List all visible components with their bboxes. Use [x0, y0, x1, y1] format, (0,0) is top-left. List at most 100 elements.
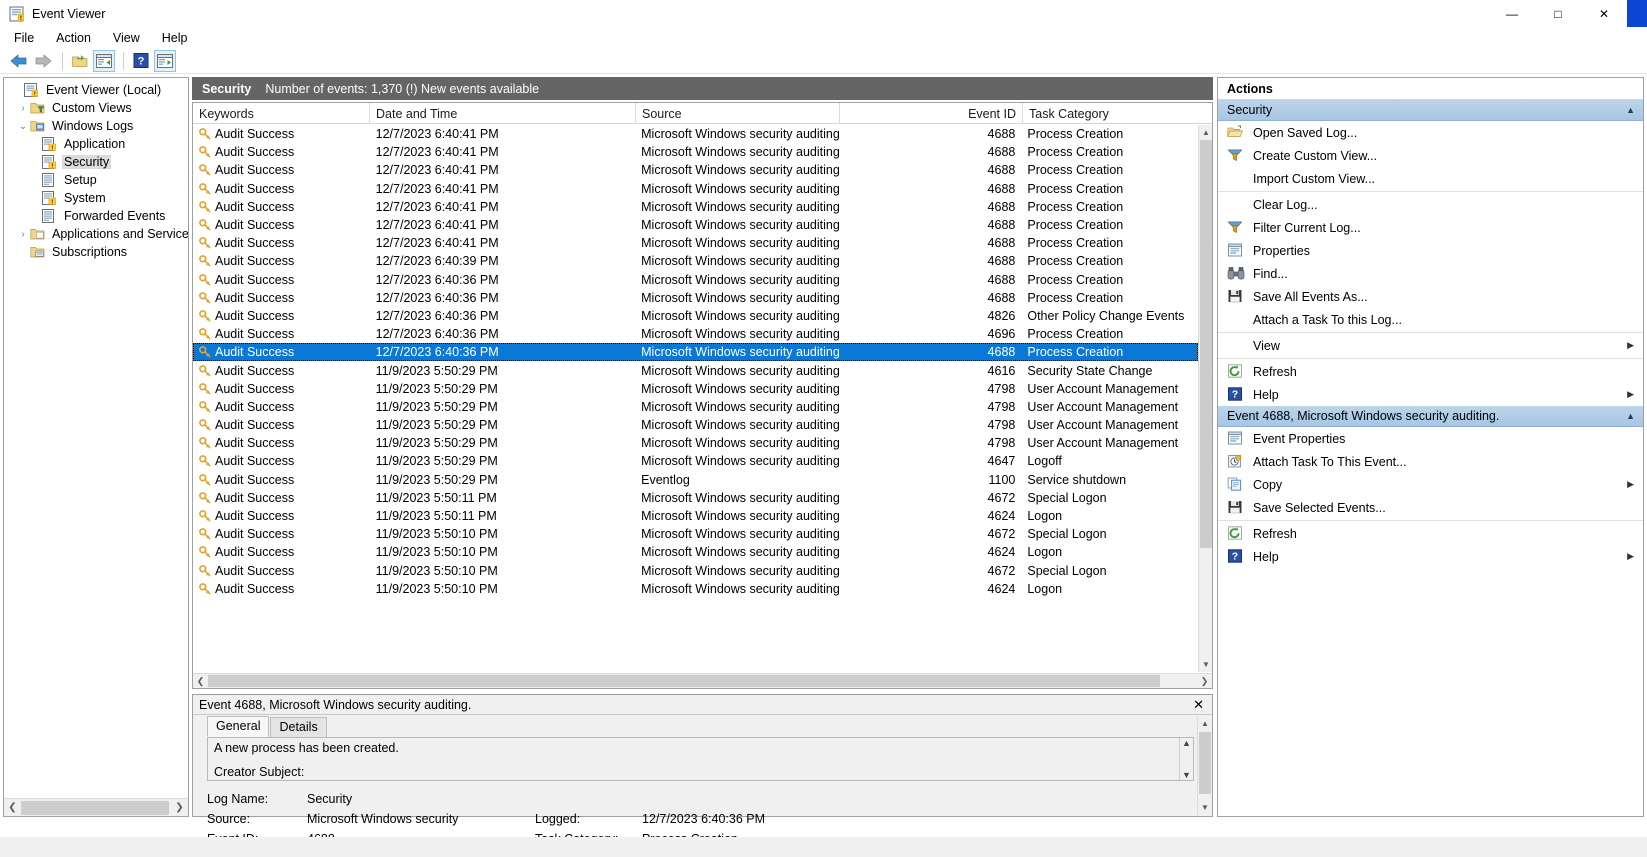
action-item-open-saved-log[interactable]: Open Saved Log...	[1218, 121, 1643, 144]
tree-item-event-viewer-local[interactable]: Event Viewer (Local)	[4, 81, 188, 99]
action-item-save-selected-events[interactable]: Save Selected Events...	[1218, 496, 1643, 519]
table-row[interactable]: Audit Success 11/9/2023 5:50:29 PM Microso…	[193, 361, 1198, 379]
table-row[interactable]: Audit Success 11/9/2023 5:50:10 PM Microso…	[193, 562, 1198, 580]
table-row[interactable]: Audit Success 11/9/2023 5:50:29 PM Eventlo…	[193, 471, 1198, 489]
column-header-date-and-time[interactable]: Date and Time	[370, 103, 636, 124]
scrollbar-thumb[interactable]	[1199, 732, 1211, 794]
action-item-save-all-events-as[interactable]: Save All Events As...	[1218, 285, 1643, 308]
scroll-up-icon[interactable]: ▲	[1198, 716, 1212, 731]
tree-item-system[interactable]: System	[4, 189, 188, 207]
scrollbar-thumb[interactable]	[208, 675, 1160, 687]
submenu-arrow-icon[interactable]: ▶	[1627, 551, 1634, 562]
action-item-clear-log[interactable]: Clear Log...	[1218, 193, 1643, 216]
table-row[interactable]: Audit Success 12/7/2023 6:40:36 PM Microso…	[193, 325, 1198, 343]
table-row[interactable]: Audit Success 12/7/2023 6:40:41 PM Microso…	[193, 198, 1198, 216]
scroll-down-icon[interactable]: ▼	[1182, 770, 1191, 780]
action-item-filter-current-log[interactable]: Filter Current Log...	[1218, 216, 1643, 239]
show-hide-action-pane-button[interactable]	[154, 49, 176, 72]
tree-twisty[interactable]: ⌄	[16, 121, 30, 132]
action-item-find[interactable]: Find...	[1218, 262, 1643, 285]
table-row[interactable]: Audit Success 12/7/2023 6:40:39 PM Microso…	[193, 252, 1198, 270]
submenu-arrow-icon[interactable]: ▶	[1627, 389, 1634, 400]
table-row[interactable]: Audit Success 12/7/2023 6:40:36 PM Microso…	[193, 307, 1198, 325]
tree-item-setup[interactable]: Setup	[4, 171, 188, 189]
properties-button[interactable]	[69, 50, 91, 72]
action-item-view[interactable]: View ▶	[1218, 334, 1643, 357]
table-row[interactable]: Audit Success 12/7/2023 6:40:41 PM Microso…	[193, 161, 1198, 179]
table-row[interactable]: Audit Success 11/9/2023 5:50:29 PM Microso…	[193, 452, 1198, 470]
event-message-box[interactable]: A new process has been created. Creator …	[207, 737, 1194, 781]
submenu-arrow-icon[interactable]: ▶	[1627, 340, 1634, 351]
table-row[interactable]: Audit Success 12/7/2023 6:40:36 PM Microso…	[193, 289, 1198, 307]
tab-general[interactable]: General	[207, 716, 270, 737]
scroll-left-icon[interactable]: ❮	[193, 674, 208, 689]
action-item-copy[interactable]: Copy ▶	[1218, 473, 1643, 496]
table-row[interactable]: Audit Success 11/9/2023 5:50:29 PM Microso…	[193, 380, 1198, 398]
tree-item-custom-views[interactable]: › Custom Views	[4, 99, 188, 117]
tree-item-security[interactable]: Security	[4, 153, 188, 171]
close-button[interactable]: ✕	[1581, 0, 1627, 27]
table-row[interactable]: Audit Success 12/7/2023 6:40:41 PM Microso…	[193, 180, 1198, 198]
tree-item-forwarded-events[interactable]: Forwarded Events	[4, 207, 188, 225]
maximize-button[interactable]: □	[1535, 0, 1581, 27]
event-list-vertical-scrollbar[interactable]: ▲ ▼	[1198, 125, 1212, 672]
action-item-attach-task-to-this-event[interactable]: Attach Task To This Event...	[1218, 450, 1643, 473]
detail-vertical-scrollbar[interactable]: ▲ ▼	[1197, 716, 1211, 815]
minimize-button[interactable]: —	[1489, 0, 1535, 27]
scroll-left-icon[interactable]: ❮	[4, 799, 21, 816]
scroll-right-icon[interactable]: ❯	[1197, 674, 1212, 689]
table-row[interactable]: Audit Success 11/9/2023 5:50:29 PM Microso…	[193, 434, 1198, 452]
tree-item-application[interactable]: Application	[4, 135, 188, 153]
table-row[interactable]: Audit Success 12/7/2023 6:40:36 PM Microso…	[193, 271, 1198, 289]
actions-group-header[interactable]: Event 4688, Microsoft Windows security a…	[1218, 406, 1643, 427]
scroll-right-icon[interactable]: ❯	[171, 799, 188, 816]
collapse-caret-icon[interactable]: ▲	[1626, 411, 1635, 421]
action-item-properties[interactable]: Properties	[1218, 239, 1643, 262]
detail-close-icon[interactable]: ✕	[1193, 697, 1204, 713]
tree-twisty[interactable]: ›	[16, 103, 30, 114]
table-row[interactable]: Audit Success 11/9/2023 5:50:11 PM Microso…	[193, 507, 1198, 525]
action-item-refresh[interactable]: Refresh	[1218, 360, 1643, 383]
table-row[interactable]: Audit Success 12/7/2023 6:40:41 PM Microso…	[193, 216, 1198, 234]
back-button[interactable]	[8, 50, 30, 72]
event-list-horizontal-scrollbar[interactable]: ❮ ❯	[193, 673, 1212, 688]
scrollbar-thumb[interactable]	[21, 800, 169, 815]
table-row[interactable]: Audit Success 11/9/2023 5:50:10 PM Microso…	[193, 543, 1198, 561]
column-header-source[interactable]: Source	[636, 103, 840, 124]
menu-action[interactable]: Action	[56, 31, 91, 45]
menu-file[interactable]: File	[14, 31, 34, 45]
action-item-import-custom-view[interactable]: Import Custom View...	[1218, 167, 1643, 190]
scroll-down-icon[interactable]: ▼	[1198, 800, 1212, 815]
tree-horizontal-scrollbar[interactable]: ❮ ❯	[4, 798, 188, 816]
action-item-help[interactable]: ? Help ▶	[1218, 545, 1643, 568]
tree-item-applications-and-services-logs[interactable]: › Applications and Services Lo	[4, 225, 188, 243]
help-button[interactable]: ?	[130, 50, 152, 72]
tree-twisty[interactable]: ›	[16, 229, 30, 240]
scroll-up-icon[interactable]: ▲	[1182, 738, 1191, 748]
actions-group-header[interactable]: Security ▲	[1218, 100, 1643, 121]
scrollbar-track[interactable]	[1199, 140, 1212, 657]
action-item-help[interactable]: ? Help ▶	[1218, 383, 1643, 406]
forward-button[interactable]	[32, 50, 54, 72]
tree-item-subscriptions[interactable]: Subscriptions	[4, 243, 188, 261]
scrollbar-thumb[interactable]	[1200, 140, 1212, 548]
table-row[interactable]: Audit Success 11/9/2023 5:50:29 PM Microso…	[193, 398, 1198, 416]
menu-help[interactable]: Help	[162, 31, 188, 45]
action-item-attach-a-task-to-this-log[interactable]: Attach a Task To this Log...	[1218, 308, 1643, 331]
table-row[interactable]: Audit Success 12/7/2023 6:40:41 PM Microso…	[193, 125, 1198, 143]
table-row[interactable]: Audit Success 12/7/2023 6:40:41 PM Microso…	[193, 143, 1198, 161]
column-header-task-category[interactable]: Task Category	[1023, 103, 1200, 124]
table-row[interactable]: Audit Success 11/9/2023 5:50:10 PM Microso…	[193, 580, 1198, 598]
submenu-arrow-icon[interactable]: ▶	[1627, 479, 1634, 490]
tree-item-windows-logs[interactable]: ⌄ Windows Logs	[4, 117, 188, 135]
table-row[interactable]: Audit Success 12/7/2023 6:40:41 PM Microso…	[193, 234, 1198, 252]
action-item-create-custom-view[interactable]: Create Custom View...	[1218, 144, 1643, 167]
table-row[interactable]: Audit Success 11/9/2023 5:50:10 PM Microso…	[193, 525, 1198, 543]
menu-view[interactable]: View	[113, 31, 140, 45]
table-row[interactable]: Audit Success 12/7/2023 6:40:36 PM Microso…	[193, 343, 1198, 362]
collapse-caret-icon[interactable]: ▲	[1626, 105, 1635, 115]
scroll-down-icon[interactable]: ▼	[1199, 657, 1212, 672]
scroll-up-icon[interactable]: ▲	[1199, 125, 1212, 140]
column-header-event-id[interactable]: Event ID	[840, 103, 1023, 124]
message-scrollbar[interactable]: ▲ ▼	[1179, 738, 1193, 780]
